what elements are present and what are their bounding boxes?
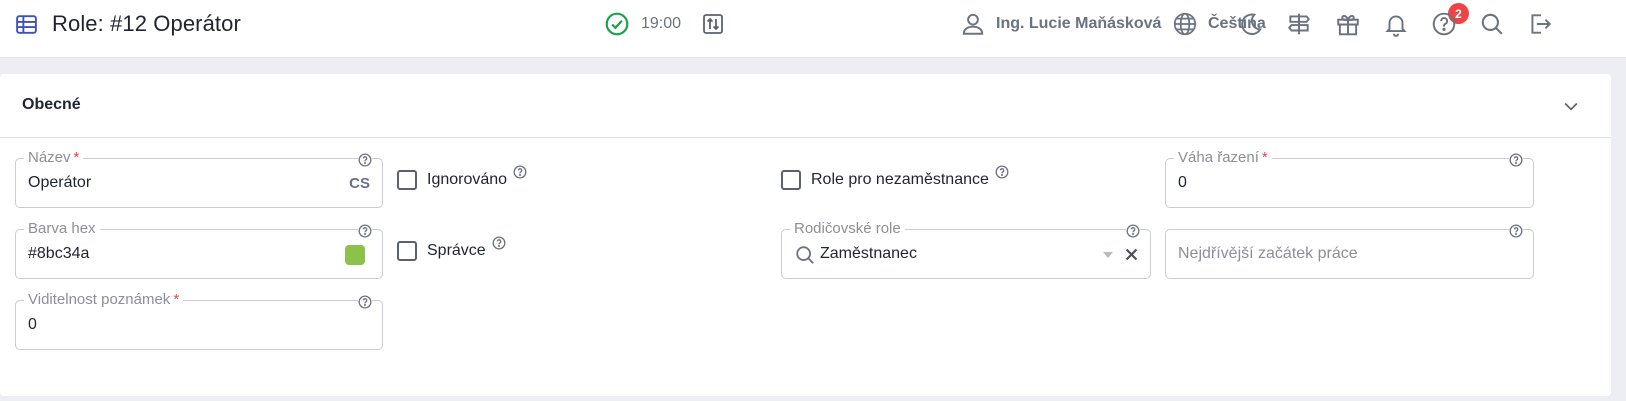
notes-visibility-input[interactable]: 0 [28,316,37,334]
notes-visibility-label: Viditelnost poznámek * [24,291,184,309]
user-name: Ing. Lucie Maňásková [996,15,1162,32]
help-icon[interactable] [995,165,1009,179]
checkbox-box[interactable] [397,170,417,190]
parent-roles-value[interactable]: Zaměstnanec [820,245,917,263]
help-icon[interactable] [513,165,527,179]
sort-weight-label: Váha řazení * [1174,149,1272,167]
bell-icon[interactable] [1383,11,1409,37]
search-icon [796,246,814,264]
help-icon[interactable] [358,153,372,167]
language-tag[interactable]: CS [349,175,370,192]
user-menu[interactable]: Ing. Lucie Maňásková [960,10,1161,38]
name-label: Název * [24,149,84,167]
close-icon[interactable] [1123,246,1140,263]
help-icon[interactable] [492,236,506,250]
color-swatch[interactable] [345,245,365,265]
admin-label: Správce [427,242,486,259]
checkbox-box[interactable] [397,241,417,261]
signpost-icon[interactable] [1286,11,1312,37]
non-employee-role-label: Role pro nezaměstnance [811,171,989,188]
chevron-down-icon[interactable] [1561,96,1581,116]
earliest-start-input[interactable]: Nejdřívější začátek práce [1178,245,1358,263]
clock-time: 19:00 [641,15,682,32]
section-header[interactable]: Obecné [0,74,1611,138]
color-hex-input[interactable]: #8bc34a [28,245,89,263]
help-icon[interactable] [358,224,372,238]
name-field[interactable]: Název * Operátor CS [15,149,383,208]
help-icon[interactable] [1509,224,1523,238]
logout-icon[interactable] [1527,11,1553,37]
sort-arrows-icon[interactable] [701,12,725,36]
non-employee-role-checkbox[interactable]: Role pro nezaměstnance [781,165,1009,190]
parent-roles-select[interactable]: Rodičovské role Zaměstnanec [781,220,1151,279]
user-icon [962,13,984,35]
help-icon[interactable] [1509,153,1523,167]
checkbox-box[interactable] [781,170,801,190]
section-title: Obecné [22,96,81,113]
caret-down-icon[interactable] [1102,249,1114,261]
earliest-start-field[interactable]: Nejdřívější začátek práce [1165,224,1534,279]
sort-weight-field[interactable]: Váha řazení * 0 [1165,149,1534,208]
color-hex-field[interactable]: Barva hex #8bc34a [15,220,383,279]
notes-visibility-field[interactable]: Viditelnost poznámek * 0 [15,291,383,350]
ignored-checkbox[interactable]: Ignorováno [397,165,527,190]
check-circle-icon [605,12,629,36]
top-bar: Role: #12 Operátor 19:00 Ing. Lucie Maňá… [0,0,1626,58]
admin-checkbox[interactable]: Správce [397,236,506,261]
color-hex-label: Barva hex [24,220,100,238]
gift-icon[interactable] [1335,11,1361,37]
sync-status: 19:00 [604,10,725,38]
ignored-label: Ignorováno [427,171,508,188]
search-icon[interactable] [1479,11,1505,37]
help-icon[interactable] [1126,224,1140,238]
help-circle-icon[interactable] [1431,11,1457,37]
name-input[interactable]: Operátor [28,174,91,192]
general-section-card: Obecné Název * Operátor CS Barva hex #8bc… [0,74,1611,396]
globe-icon [1173,12,1197,36]
help-icon[interactable] [358,295,372,309]
page-title: Role: #12 Operátor [52,11,241,36]
parent-roles-label: Rodičovské role [790,220,905,238]
moon-icon[interactable] [1238,11,1264,37]
sort-weight-input[interactable]: 0 [1178,174,1187,192]
table-icon [16,15,37,34]
